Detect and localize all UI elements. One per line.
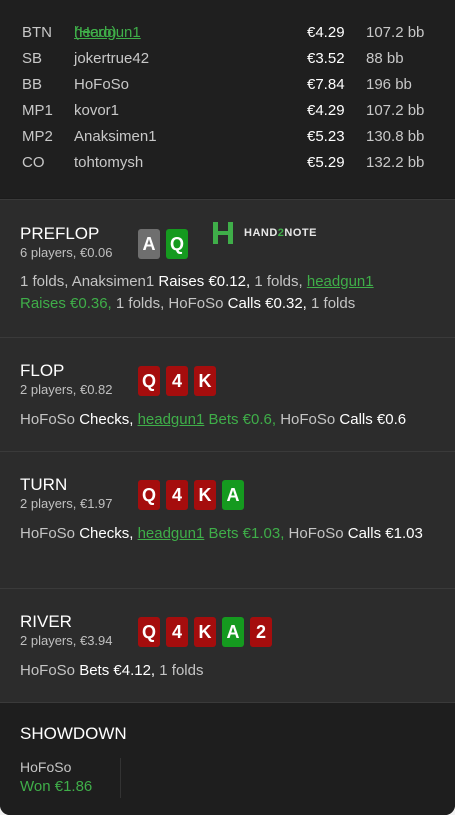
card: A: [222, 617, 244, 647]
card: K: [194, 480, 216, 510]
player-stack-bb: 107.2 bb: [366, 24, 425, 41]
board-cards: Q4K: [138, 366, 222, 396]
player-position: SB: [22, 50, 43, 67]
player-position: BTN: [22, 24, 52, 41]
card: A: [138, 229, 160, 259]
street-flop: FLOP 2 players, €0.82 Q4K HoFoSo Checks,…: [0, 337, 455, 451]
player-name: jokertrue42: [74, 50, 150, 67]
showdown-winnings: Won €1.86: [20, 778, 93, 795]
hand2note-logo-icon: [213, 222, 233, 244]
street-actions: 1 folds, Anaksimen1 Raises €0.12, 1 fold…: [20, 271, 435, 315]
action-raise: Raises €0.12,: [158, 273, 251, 290]
hero-action-bet: Bets €0.6,: [204, 411, 277, 428]
card: 4: [166, 366, 188, 396]
hero-action-raise: Raises €0.36,: [20, 295, 112, 312]
board-cards: Q4KA: [138, 480, 250, 510]
street-pot: 2 players, €3.94: [20, 633, 113, 648]
players-table: BTN headgun1 (Hero) €4.29 107.2 bb SB jo…: [0, 0, 455, 198]
street-preflop: PREFLOP 6 players, €0.06 AQ 1 folds, Ana…: [0, 199, 455, 337]
hero-name-link[interactable]: headgun1: [307, 273, 374, 290]
player-stack: €5.29: [307, 154, 345, 171]
street-title: FLOP: [20, 361, 65, 380]
action-text: HoFoSo: [20, 525, 80, 542]
action-bet: Bets €4.12,: [79, 662, 156, 679]
player-stack: €3.52: [307, 50, 345, 67]
street-actions: HoFoSo Checks, headgun1 Bets €0.6, HoFoS…: [20, 409, 435, 431]
hero-tag: (Hero): [74, 24, 117, 41]
player-position: MP2: [22, 128, 53, 145]
player-stack: €5.23: [307, 128, 345, 145]
street-pot: 6 players, €0.06: [20, 245, 113, 260]
action-call: Calls €1.03: [347, 525, 423, 542]
player-stack-bb: 88 bb: [366, 50, 404, 67]
card: A: [222, 480, 244, 510]
action-text: HoFoSo: [284, 525, 348, 542]
player-row: SB jokertrue42 €3.52 88 bb: [0, 46, 455, 72]
street-actions: HoFoSo Checks, headgun1 Bets €1.03, HoFo…: [20, 523, 435, 545]
action-text: 1 folds,: [250, 273, 307, 290]
action-text: 1 folds, Anaksimen1: [20, 273, 159, 290]
player-row: CO tohtomysh €5.29 132.2 bb: [0, 150, 455, 176]
card: Q: [166, 229, 188, 259]
player-stack-bb: 107.2 bb: [366, 102, 425, 119]
action-text: 1 folds, HoFoSo: [111, 295, 228, 312]
street-showdown: SHOWDOWN HoFoSo Won €1.86: [0, 702, 455, 815]
showdown-divider: [120, 758, 121, 798]
street-pot: 2 players, €1.97: [20, 496, 113, 511]
player-position: BB: [22, 76, 43, 93]
card: 2: [250, 617, 272, 647]
player-row: MP2 Anaksimen1 €5.23 130.8 bb: [0, 124, 455, 150]
card: Q: [138, 366, 160, 396]
player-name: Anaksimen1: [74, 128, 157, 145]
street-turn: TURN 2 players, €1.97 Q4KA HoFoSo Checks…: [0, 451, 455, 588]
player-position: CO: [22, 154, 45, 171]
street-pot: 2 players, €0.82: [20, 382, 113, 397]
street-title: TURN: [20, 475, 68, 494]
player-name: kovor1: [74, 102, 120, 119]
action-call: Calls €0.6: [339, 411, 407, 428]
player-stack: €7.84: [307, 76, 345, 93]
player-name: tohtomysh: [74, 154, 144, 171]
board-cards: Q4KA2: [138, 617, 278, 647]
action-text: HoFoSo: [20, 411, 80, 428]
card: K: [194, 366, 216, 396]
card: 4: [166, 480, 188, 510]
card: K: [194, 617, 216, 647]
hero-action-bet: Bets €1.03,: [204, 525, 285, 542]
card: Q: [138, 480, 160, 510]
showdown-title: SHOWDOWN: [20, 724, 127, 743]
player-stack: €4.29: [307, 102, 345, 119]
showdown-player: HoFoSo: [20, 759, 72, 775]
street-actions: HoFoSo Bets €4.12, 1 folds: [20, 660, 435, 682]
action-check: Checks,: [79, 525, 134, 542]
card: 4: [166, 617, 188, 647]
street-title: PREFLOP: [20, 224, 100, 243]
street-river: RIVER 2 players, €3.94 Q4KA2 HoFoSo Bets…: [0, 588, 455, 702]
hand2note-logo-text: HAND2NOTE: [244, 227, 317, 239]
hole-cards: AQ: [138, 229, 194, 259]
action-check: Checks,: [79, 411, 134, 428]
action-text: 1 folds: [306, 295, 356, 312]
hero-name-link[interactable]: headgun1: [138, 525, 205, 542]
hero-name-link[interactable]: headgun1: [138, 411, 205, 428]
player-stack-bb: 196 bb: [366, 76, 412, 93]
player-row: MP1 kovor1 €4.29 107.2 bb: [0, 98, 455, 124]
player-row: BTN headgun1 (Hero) €4.29 107.2 bb: [0, 20, 455, 46]
player-name: HoFoSo: [74, 76, 130, 93]
player-stack-bb: 132.2 bb: [366, 154, 425, 171]
card: Q: [138, 617, 160, 647]
action-text: HoFoSo: [20, 662, 80, 679]
player-position: MP1: [22, 102, 53, 119]
street-title: RIVER: [20, 612, 72, 631]
player-stack-bb: 130.8 bb: [366, 128, 425, 145]
action-call: Calls €0.32,: [227, 295, 307, 312]
player-stack: €4.29: [307, 24, 345, 41]
action-text: 1 folds: [155, 662, 204, 679]
action-text: HoFoSo: [276, 411, 340, 428]
hand-history-panel: BTN headgun1 (Hero) €4.29 107.2 bb SB jo…: [0, 0, 455, 815]
player-row: BB HoFoSo €7.84 196 bb: [0, 72, 455, 98]
